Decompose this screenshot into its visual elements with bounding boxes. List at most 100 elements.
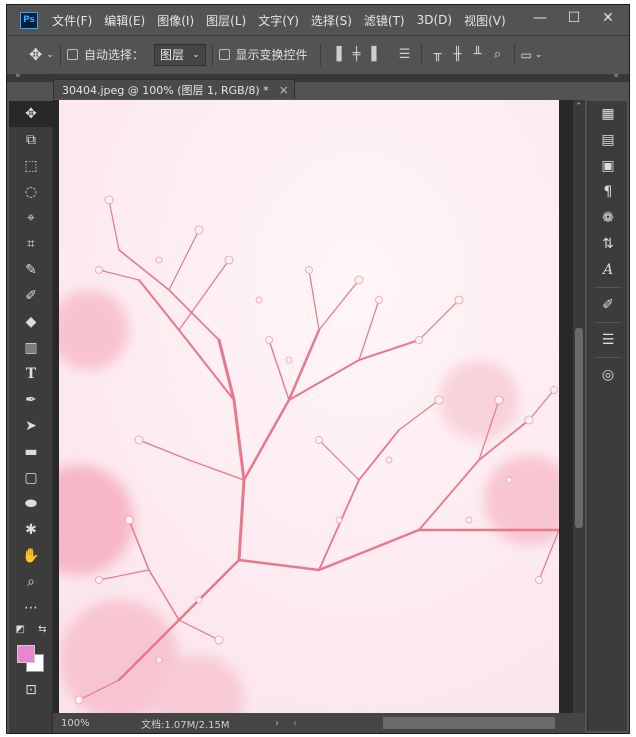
vertical-scrollbar[interactable]: ⌃: [573, 100, 585, 717]
window-controls: — ☐ ✕: [523, 5, 625, 35]
color-swatches: [9, 637, 53, 677]
menu-filter[interactable]: 滤镜(T): [364, 12, 405, 29]
scroll-up-icon[interactable]: ⌃: [575, 102, 583, 112]
notes-icon[interactable]: ▤: [588, 127, 628, 153]
quick-mask-icon[interactable]: ⊡: [9, 677, 53, 703]
collapse-right-icon[interactable]: «: [613, 71, 619, 81]
custom-shape-tool-icon[interactable]: ✱: [9, 517, 53, 543]
menu-layer[interactable]: 图层(L): [206, 12, 246, 29]
foreground-color-swatch[interactable]: [17, 645, 35, 663]
align-middle-icon[interactable]: ╫: [448, 45, 468, 65]
divider: [593, 357, 622, 358]
align-left-icon[interactable]: ▐: [327, 45, 347, 65]
menu-view[interactable]: 视图(V): [464, 12, 506, 29]
tool-preset-picker[interactable]: ✥ ⌄: [29, 45, 54, 64]
auto-select-label: 自动选择：: [83, 48, 144, 62]
rectangle-tool-icon[interactable]: ▬: [9, 439, 53, 465]
close-icon[interactable]: ×: [279, 83, 289, 97]
move-tool-icon[interactable]: ✥: [9, 101, 53, 127]
document-tab-title: 30404.jpeg @ 100% (图层 1, RGB/8) *: [62, 83, 269, 97]
default-colors-icon[interactable]: ◩: [16, 624, 25, 635]
show-transform-checkbox[interactable]: 显示变换控件: [218, 46, 308, 63]
zoom-level[interactable]: 100%: [61, 718, 131, 729]
divider: [593, 322, 622, 323]
document-canvas[interactable]: [59, 100, 559, 717]
zoom-tool-icon[interactable]: ⌕: [9, 569, 53, 595]
divider: [59, 43, 61, 66]
vertical-scroll-thumb[interactable]: [575, 328, 583, 528]
distribute-icon[interactable]: ☰: [395, 45, 415, 65]
grid-icon[interactable]: ▦: [588, 101, 628, 127]
lasso-tool-icon[interactable]: ◌: [9, 179, 53, 205]
brush-tool-icon[interactable]: ✐: [9, 283, 53, 309]
hand-tool-icon[interactable]: ✋: [9, 543, 53, 569]
more-tools-icon[interactable]: ⋯: [9, 595, 53, 621]
ps-logo: Ps: [20, 11, 38, 29]
quick-select-tool-icon[interactable]: ⌖: [9, 205, 53, 231]
workspace-switcher[interactable]: ▭ ⌄: [521, 48, 543, 62]
align-right-icon[interactable]: ▌: [367, 45, 387, 65]
checkbox-box: [218, 49, 230, 60]
status-bar: 100% 文档:1.07M/2.15M › ‹: [53, 713, 585, 733]
panel-dock: ▦ ▤ ▣ ¶ ❁ ⇅ A ✐ ☰ ◎: [587, 101, 627, 731]
rounded-rect-tool-icon[interactable]: ▢: [9, 465, 53, 491]
maximize-button[interactable]: ☐: [557, 5, 591, 31]
menu-select[interactable]: 选择(S): [311, 12, 352, 29]
crop-tool-icon[interactable]: ⌗: [9, 231, 53, 257]
canvas-area[interactable]: [53, 100, 573, 717]
gradient-tool-icon[interactable]: ▥: [9, 335, 53, 361]
auto-select-checkbox[interactable]: 自动选择：: [66, 46, 144, 63]
menu-edit[interactable]: 编辑(E): [104, 12, 145, 29]
eraser-tool-icon[interactable]: ◆: [9, 309, 53, 335]
brushes-icon[interactable]: ✐: [588, 292, 628, 318]
color-palette-icon[interactable]: ❁: [588, 205, 628, 231]
menu-image[interactable]: 图像(I): [157, 12, 194, 29]
character-icon[interactable]: A: [588, 257, 628, 283]
scroll-left-icon[interactable]: ‹: [293, 718, 297, 729]
marquee-tool-icon[interactable]: ⬚: [9, 153, 53, 179]
align-top-icon[interactable]: ╥: [428, 45, 448, 65]
swap-colors-icon[interactable]: ⇆: [38, 624, 46, 635]
menu-3d[interactable]: 3D(D): [417, 13, 452, 27]
divider: [513, 43, 515, 66]
minimize-button[interactable]: —: [523, 5, 557, 31]
channels-icon[interactable]: ◎: [588, 362, 628, 388]
ellipse-tool-icon[interactable]: ⬬: [9, 491, 53, 517]
paragraph-icon[interactable]: ¶: [588, 179, 628, 205]
workspace-icon: ▭: [520, 47, 532, 62]
horizontal-scroll-thumb[interactable]: [383, 717, 555, 729]
document-tab[interactable]: 30404.jpeg @ 100% (图层 1, RGB/8) * ×: [53, 79, 295, 99]
menu-file[interactable]: 文件(F): [52, 12, 92, 29]
dropdown-value: 图层: [159, 48, 184, 62]
status-menu-arrow-icon[interactable]: ›: [275, 718, 279, 729]
divider: [319, 43, 321, 66]
toolbox: ✥ ⧉ ⬚ ◌ ⌖ ⌗ ✎ ✐ ◆ ▥ T ✒ ➤ ▬ ▢ ⬬ ✱ ✋ ⌕ ⋯ …: [9, 101, 53, 733]
show-transform-label: 显示变换控件: [235, 48, 308, 62]
path-select-tool-icon[interactable]: ➤: [9, 413, 53, 439]
sliders-icon[interactable]: ☰: [588, 327, 628, 353]
search-icon[interactable]: ⌕: [488, 45, 508, 65]
chevron-down-icon: ⌄: [534, 49, 543, 60]
photoshop-window: Ps 文件(F) 编辑(E) 图像(I) 图层(L) 文字(Y) 选择(S) 滤…: [6, 4, 630, 734]
chevron-down-icon: ⌄: [191, 49, 200, 60]
artboard-tool-icon[interactable]: ⧉: [9, 127, 53, 153]
auto-select-target-dropdown[interactable]: 图层 ⌄: [153, 43, 206, 66]
divider: [211, 43, 213, 66]
align-bottom-icon[interactable]: ╨: [468, 45, 488, 65]
document-info[interactable]: 文档:1.07M/2.15M: [141, 716, 230, 731]
properties-icon[interactable]: ▣: [588, 153, 628, 179]
pen-tool-icon[interactable]: ✒: [9, 387, 53, 413]
options-bar: ✥ ⌄ 自动选择： 图层 ⌄ 显示变换控件 ▐ ╪ ▌ ☰ ╥ ╫ ╨ ⌕ ▭ …: [7, 35, 629, 73]
adjustments-icon[interactable]: ⇅: [588, 231, 628, 257]
type-tool-icon[interactable]: T: [9, 361, 53, 387]
menu-bar: Ps 文件(F) 编辑(E) 图像(I) 图层(L) 文字(Y) 选择(S) 滤…: [7, 5, 629, 35]
divider: [593, 287, 622, 288]
eyedropper-tool-icon[interactable]: ✎: [9, 257, 53, 283]
checkbox-box: [66, 49, 78, 60]
color-swap-row: ◩ ⇆: [9, 621, 53, 637]
collapse-left-icon[interactable]: »: [15, 71, 21, 81]
move-icon: ✥: [29, 45, 43, 64]
align-center-icon[interactable]: ╪: [347, 45, 367, 65]
close-button[interactable]: ✕: [591, 5, 625, 31]
menu-type[interactable]: 文字(Y): [258, 12, 299, 29]
